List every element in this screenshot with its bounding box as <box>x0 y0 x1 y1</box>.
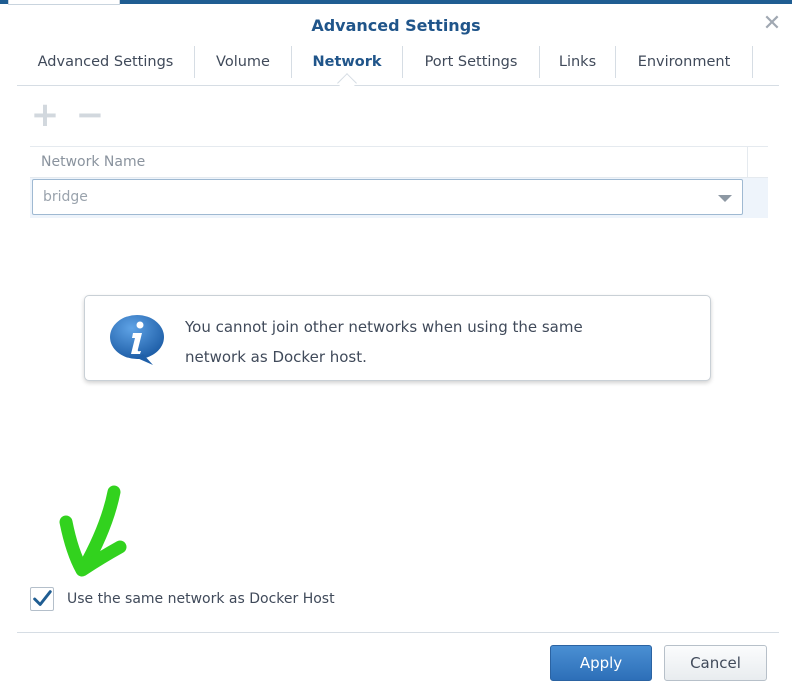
same-network-label[interactable]: Use the same network as Docker Host <box>67 591 335 607</box>
info-icon <box>110 315 164 365</box>
info-message-line: network as Docker host. <box>185 348 367 366</box>
cancel-button[interactable]: Cancel <box>664 645 767 681</box>
same-network-checkbox[interactable] <box>30 587 54 611</box>
remove-network-button[interactable]: − <box>75 98 105 132</box>
info-message-text: You cannot join other networks when usin… <box>185 312 685 372</box>
grid-header: Network Name <box>30 146 768 179</box>
column-header-network-name[interactable]: Network Name <box>41 154 145 170</box>
tab-links[interactable]: Links <box>540 46 615 78</box>
tab-port-settings[interactable]: Port Settings <box>403 46 539 78</box>
tab-bar: Advanced Settings Volume Network Port Se… <box>17 46 779 93</box>
title-bar: Advanced Settings ✕ <box>0 4 792 46</box>
checkmark-icon <box>33 590 52 606</box>
tab-advanced-settings[interactable]: Advanced Settings <box>17 46 194 78</box>
column-separator <box>747 147 748 179</box>
tab-separator <box>752 46 753 78</box>
info-message-box: You cannot join other networks when usin… <box>84 295 711 381</box>
footer-divider <box>17 632 779 633</box>
tab-environment[interactable]: Environment <box>616 46 752 78</box>
network-name-select[interactable]: bridge <box>32 179 743 215</box>
network-grid: Network Name bridge <box>30 146 768 218</box>
network-name-value: bridge <box>43 189 88 205</box>
dialog-title: Advanced Settings <box>311 16 481 35</box>
annotation-arrow-icon <box>59 485 127 577</box>
add-network-button[interactable]: + <box>30 98 60 132</box>
tab-volume[interactable]: Volume <box>195 46 291 78</box>
chevron-down-icon[interactable] <box>718 195 732 202</box>
close-icon[interactable]: ✕ <box>762 13 782 35</box>
apply-button[interactable]: Apply <box>550 645 652 681</box>
info-message-line: You cannot join other networks when usin… <box>185 318 583 336</box>
table-row[interactable]: bridge <box>30 178 768 218</box>
